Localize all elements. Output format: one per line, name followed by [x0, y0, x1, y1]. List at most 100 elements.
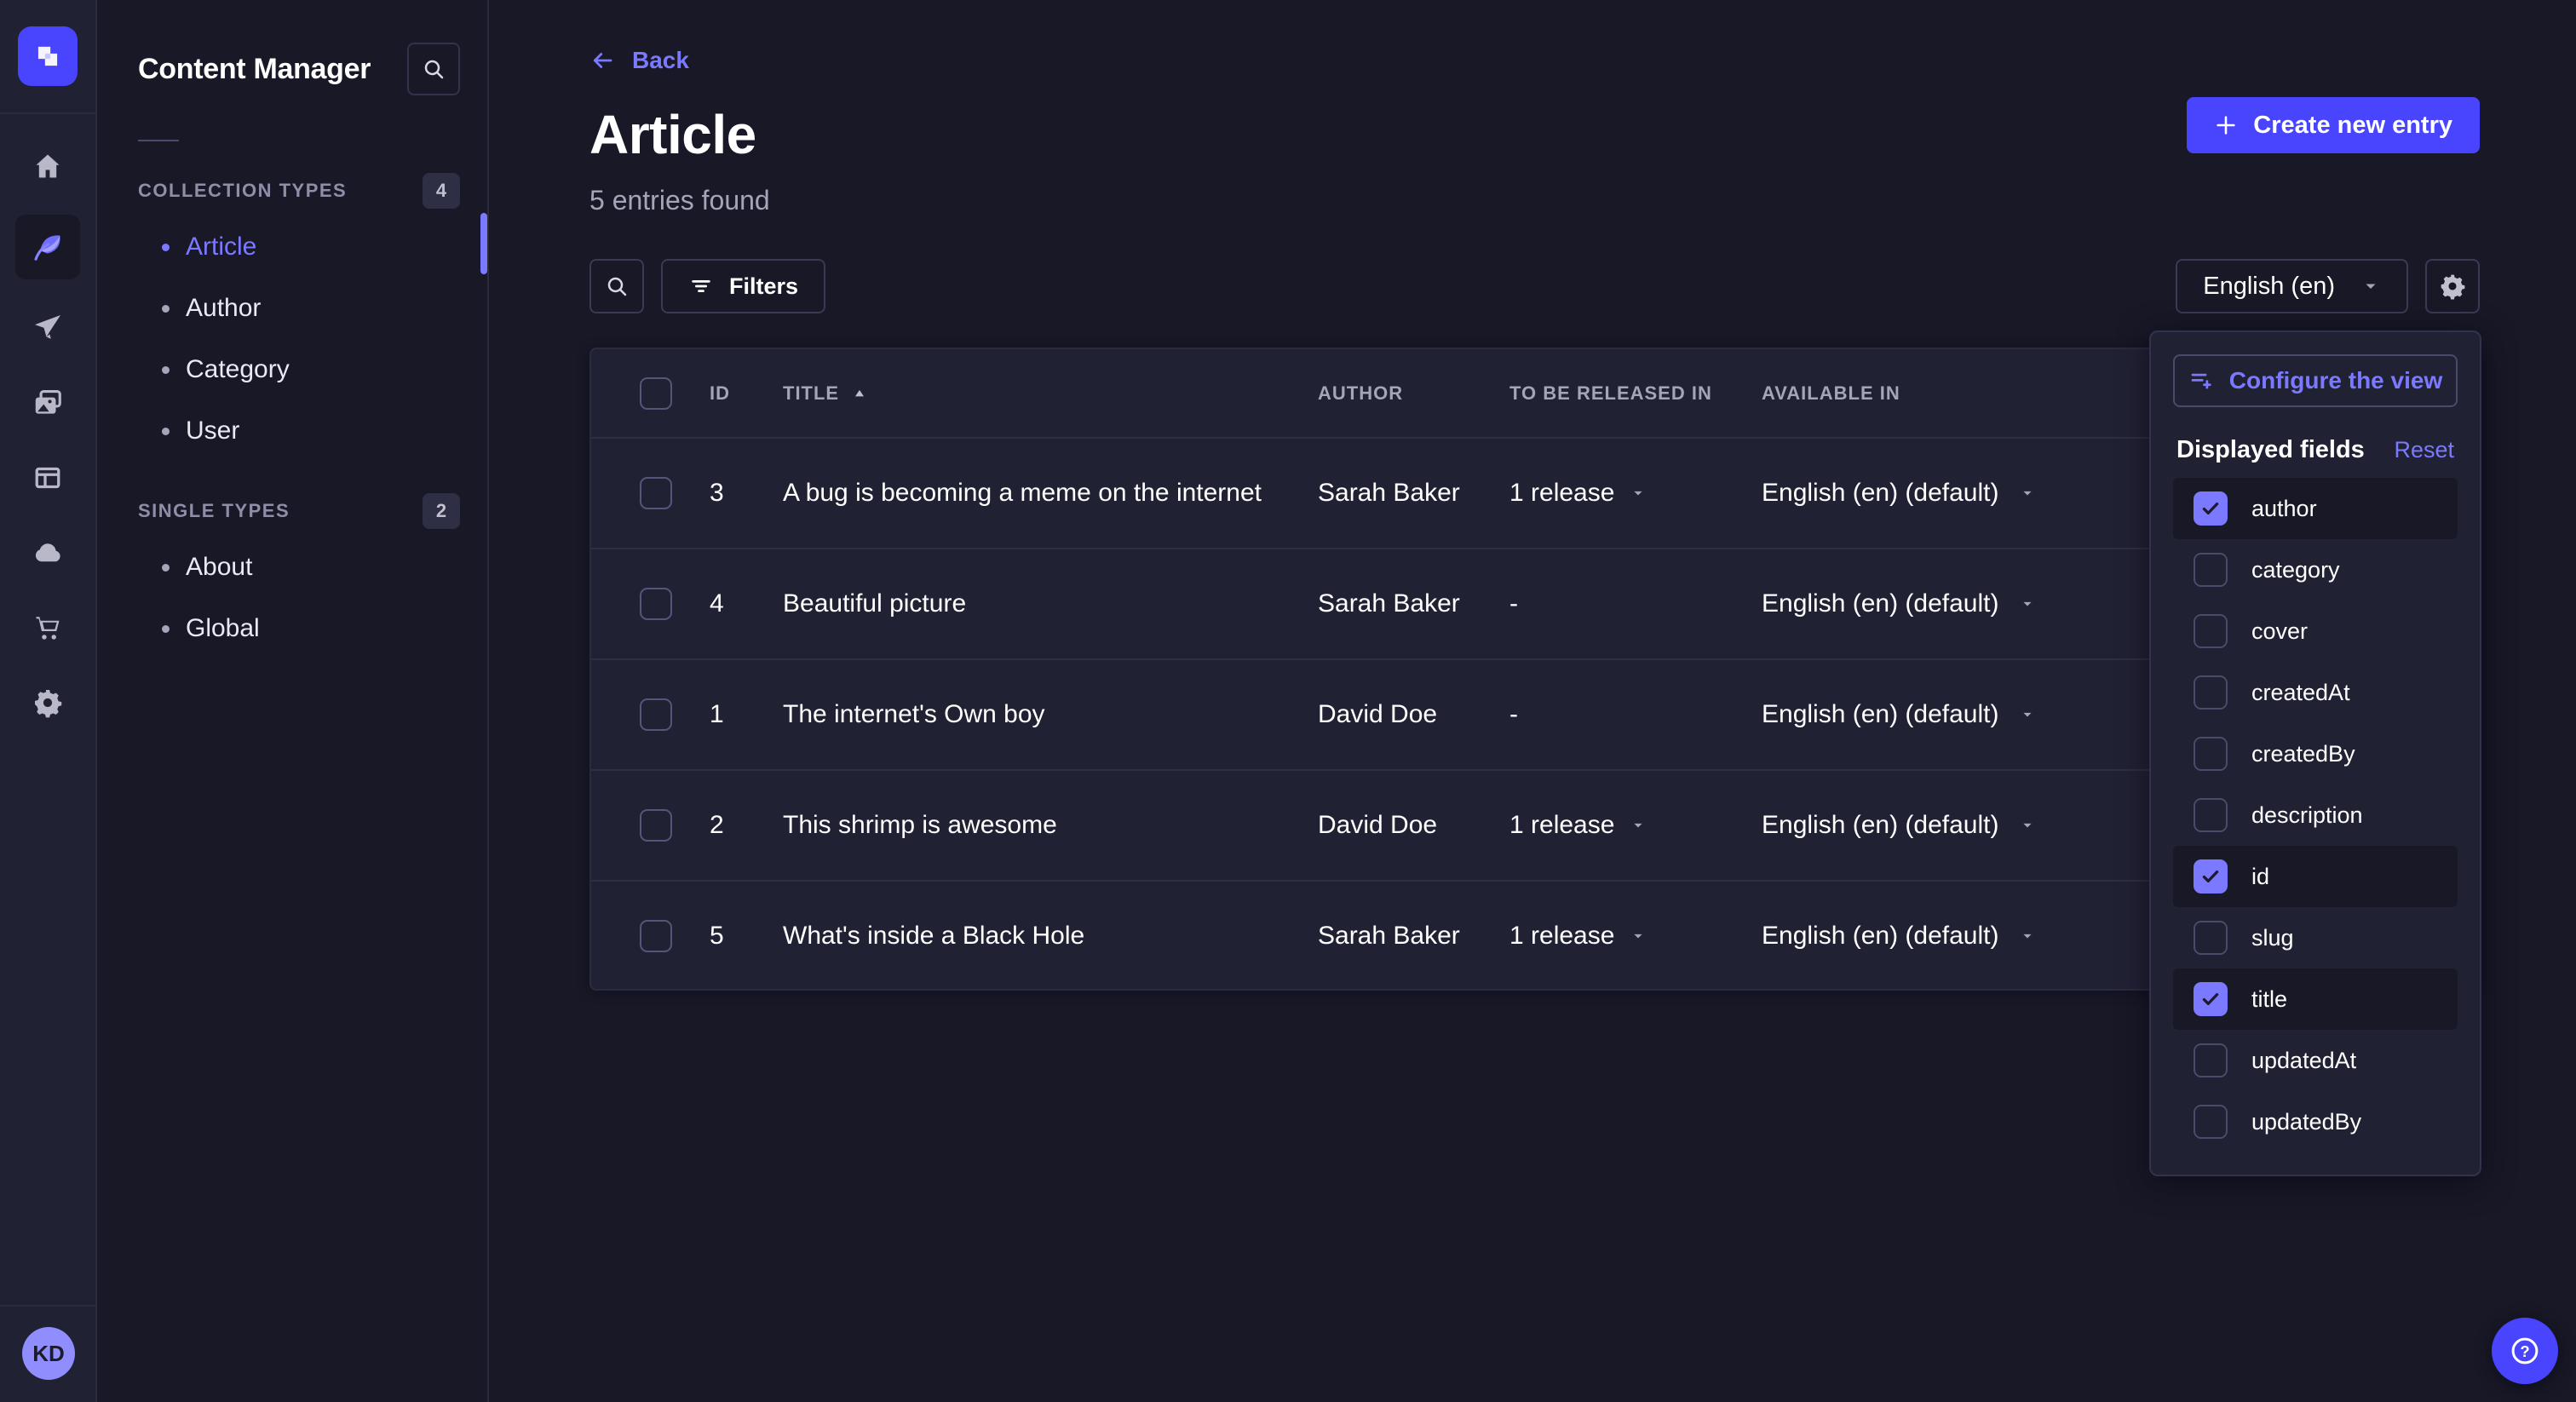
checkbox-checked-icon[interactable] [2194, 491, 2228, 526]
select-all-checkbox[interactable] [640, 377, 672, 410]
cell-title: What's inside a Black Hole [783, 922, 1318, 951]
content-type-builder-icon[interactable] [15, 451, 80, 504]
search-icon [604, 273, 630, 299]
available-value: English (en) (default) [1762, 700, 1998, 729]
checkbox-unchecked-icon[interactable] [2194, 1043, 2228, 1077]
cell-author: Sarah Baker [1318, 479, 1509, 508]
column-header-released[interactable]: TO BE RELEASED IN [1509, 382, 1762, 405]
cell-id: 1 [710, 700, 783, 729]
bullet-dot [162, 244, 170, 251]
available-value: English (en) (default) [1762, 479, 1998, 508]
reset-link[interactable]: Reset [2394, 437, 2454, 463]
cell-released[interactable]: 1 release [1509, 479, 1762, 508]
create-new-entry-button[interactable]: Create new entry [2187, 97, 2480, 153]
gear-icon [2439, 273, 2466, 300]
field-row-title[interactable]: title [2173, 968, 2458, 1030]
home-icon[interactable] [15, 140, 80, 192]
cell-title: This shrimp is awesome [783, 811, 1318, 840]
locale-select[interactable]: English (en) [2176, 259, 2408, 313]
settings-gear-icon[interactable] [15, 676, 80, 729]
view-settings-gear-button[interactable] [2425, 259, 2480, 313]
subnav-divider [138, 140, 179, 141]
row-checkbox[interactable] [640, 809, 672, 842]
checkbox-unchecked-icon[interactable] [2194, 614, 2228, 648]
marketplace-cart-icon[interactable] [15, 601, 80, 654]
cell-released[interactable]: 1 release [1509, 811, 1762, 840]
field-label: category [2251, 557, 2340, 583]
subnav-scrollbar-thumb[interactable] [480, 213, 487, 274]
sidebar-item-category[interactable]: Category [138, 339, 460, 400]
sidebar-item-global[interactable]: Global [138, 598, 460, 659]
configure-view-button[interactable]: Configure the view [2173, 354, 2458, 407]
content-manager-icon[interactable] [15, 215, 80, 279]
field-row-cover[interactable]: cover [2173, 600, 2458, 662]
releases-icon[interactable] [15, 302, 80, 354]
checkbox-unchecked-icon[interactable] [2194, 553, 2228, 587]
cell-author: David Doe [1318, 811, 1509, 840]
subnav-search-button[interactable] [407, 43, 460, 95]
checkbox-checked-icon[interactable] [2194, 982, 2228, 1016]
sidebar-item-article[interactable]: Article [138, 216, 460, 278]
user-avatar[interactable]: KD [22, 1327, 75, 1380]
column-header-id[interactable]: ID [710, 382, 783, 405]
row-checkbox[interactable] [640, 477, 672, 509]
bullet-dot [162, 428, 170, 435]
sidebar-item-label: Author [186, 294, 261, 323]
deploy-cloud-icon[interactable] [15, 526, 80, 579]
strapi-logo[interactable] [18, 26, 78, 86]
media-library-icon[interactable] [15, 376, 80, 429]
row-checkbox[interactable] [640, 698, 672, 731]
checkbox-unchecked-icon[interactable] [2194, 1105, 2228, 1139]
displayed-fields-title: Displayed fields [2176, 436, 2365, 464]
sidebar-item-label: About [186, 553, 252, 582]
sidebar-item-author[interactable]: Author [138, 278, 460, 339]
field-row-updatedat[interactable]: updatedAt [2173, 1030, 2458, 1091]
checkbox-unchecked-icon[interactable] [2194, 798, 2228, 832]
field-row-createdat[interactable]: createdAt [2173, 662, 2458, 723]
field-row-description[interactable]: description [2173, 784, 2458, 846]
bullet-dot [162, 305, 170, 313]
view-settings-popover: Configure the view Displayed fields Rese… [2149, 330, 2481, 1176]
checkbox-checked-icon[interactable] [2194, 859, 2228, 893]
chevron-down-icon [2360, 276, 2381, 296]
field-label: updatedAt [2251, 1048, 2356, 1074]
checkbox-unchecked-icon[interactable] [2194, 921, 2228, 955]
cell-title: The internet's Own boy [783, 700, 1318, 729]
back-link[interactable]: Back [589, 47, 689, 74]
row-checkbox[interactable] [640, 588, 672, 620]
checkbox-unchecked-icon[interactable] [2194, 675, 2228, 710]
released-value: 1 release [1509, 922, 1614, 951]
title-header-label: TITLE [783, 382, 839, 405]
back-label: Back [632, 47, 689, 74]
field-row-author[interactable]: author [2173, 478, 2458, 539]
sidebar-item-label: Category [186, 355, 290, 384]
cell-author: Sarah Baker [1318, 922, 1509, 951]
released-value: - [1509, 700, 1518, 729]
field-row-category[interactable]: category [2173, 539, 2458, 600]
column-header-title[interactable]: TITLE [783, 382, 1318, 405]
field-label: author [2251, 496, 2317, 522]
sidebar-item-label: User [186, 417, 239, 445]
collection-types-label: COLLECTION TYPES [138, 180, 347, 202]
field-row-slug[interactable]: slug [2173, 907, 2458, 968]
create-button-label: Create new entry [2253, 112, 2452, 140]
row-checkbox[interactable] [640, 920, 672, 952]
filters-button[interactable]: Filters [661, 259, 825, 313]
column-header-author[interactable]: AUTHOR [1318, 382, 1509, 405]
cell-released[interactable]: 1 release [1509, 922, 1762, 951]
cell-released: - [1509, 700, 1762, 729]
sidebar-item-about[interactable]: About [138, 537, 460, 598]
field-row-updatedby[interactable]: updatedBy [2173, 1091, 2458, 1152]
collection-types-section: COLLECTION TYPES 4 Article Author Catego… [138, 172, 460, 462]
checkbox-unchecked-icon[interactable] [2194, 737, 2228, 771]
configure-list-icon [2188, 368, 2214, 394]
help-button[interactable]: ? [2492, 1318, 2558, 1384]
cell-title: Beautiful picture [783, 589, 1318, 618]
sort-asc-icon [851, 385, 868, 402]
table-search-button[interactable] [589, 259, 644, 313]
sidebar-item-user[interactable]: User [138, 400, 460, 462]
entries-count: 5 entries found [589, 185, 2480, 216]
single-types-count-badge: 2 [423, 493, 460, 529]
field-row-id[interactable]: id [2173, 846, 2458, 907]
field-row-createdby[interactable]: createdBy [2173, 723, 2458, 784]
